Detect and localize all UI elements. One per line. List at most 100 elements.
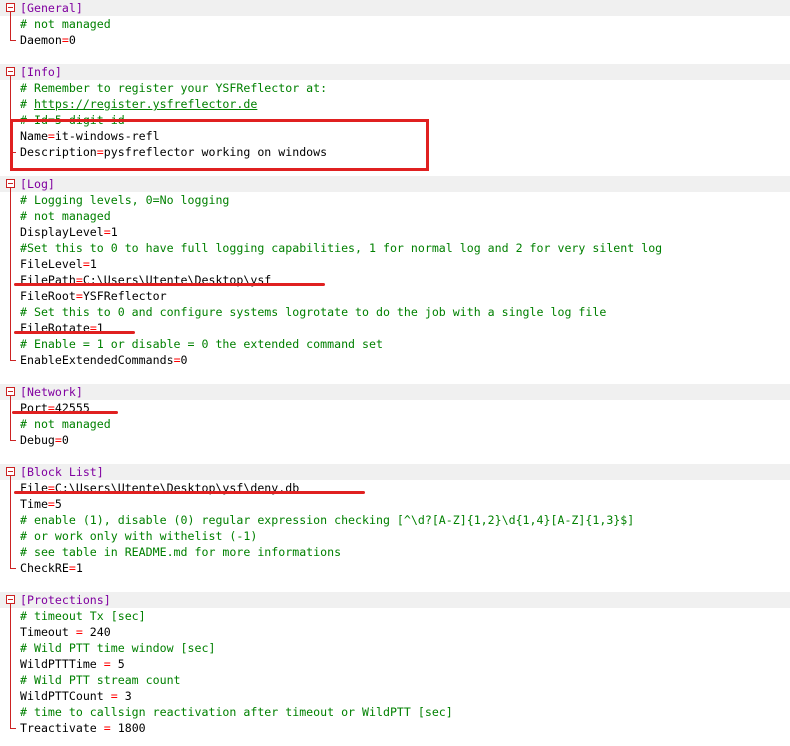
section-header-line[interactable]: [Network] [0,384,790,400]
section-header-line[interactable]: [Info] [0,64,790,80]
underline-filerotate [14,331,135,334]
code-line[interactable]: # timeout Tx [sec] [0,608,790,624]
collapse-section-icon[interactable] [6,67,15,76]
collapse-section-icon[interactable] [6,179,15,188]
code-line[interactable]: WildPTTCount = 3 [0,688,790,704]
underline-blocklist-file [14,491,365,494]
setting-value: 240 [82,625,111,639]
section-name: [Protections] [20,593,111,607]
blank-line[interactable] [0,368,790,384]
code-line[interactable]: Timeout = 240 [0,624,790,640]
fold-guide-line [10,604,11,728]
code-line[interactable]: # enable (1), disable (0) regular expres… [0,512,790,528]
code-line[interactable]: FileRoot=YSFReflector [0,288,790,304]
code-line[interactable]: FileLevel=1 [0,256,790,272]
setting-value: YSFReflector [82,289,167,303]
code-line[interactable]: Port=42555 [0,400,790,416]
fold-guide-line [10,12,11,40]
code-line[interactable]: WildPTTTime = 5 [0,656,790,672]
section-name: [Log] [20,177,55,191]
blank-line[interactable] [0,48,790,64]
setting-value: 0 [68,33,76,47]
code-line[interactable]: Debug=0 [0,432,790,448]
setting-value: 0 [61,433,69,447]
equals-sign: = [68,561,76,575]
underline-filepath [14,283,325,286]
code-line[interactable]: # https://register.ysfreflector.de [0,96,790,112]
comment-text: # Logging levels, 0=No logging [20,193,230,207]
code-line[interactable]: CheckRE=1 [0,560,790,576]
code-line[interactable]: # Wild PTT stream count [0,672,790,688]
code-line[interactable]: Time=5 [0,496,790,512]
fold-end-tick [10,440,16,441]
comment-text: # time to callsign reactivation after ti… [20,705,453,719]
comment-text: # Wild PTT time window [sec] [20,641,216,655]
code-line[interactable]: # Remember to register your YSFReflector… [0,80,790,96]
highlight-box-name-description [10,119,429,171]
blank-line[interactable] [0,448,790,464]
section-header-line[interactable]: [General] [0,0,790,16]
code-line[interactable]: # see table in README.md for more inform… [0,544,790,560]
code-line[interactable]: # not managed [0,416,790,432]
collapse-section-icon[interactable] [6,3,15,12]
equals-sign: = [103,225,111,239]
section-header-line[interactable]: [Protections] [0,592,790,608]
key-value-pair: WildPTTTime = 5 [20,656,125,672]
equals-sign: = [75,625,83,639]
collapse-section-icon[interactable] [6,595,15,604]
key-value-pair: FileRoot=YSFReflector [20,288,167,304]
fold-end-tick [10,40,16,41]
code-line[interactable]: # time to callsign reactivation after ti… [0,704,790,720]
comment-text: # Set this to 0 and configure systems lo… [20,305,607,319]
collapse-section-icon[interactable] [6,387,15,396]
code-line[interactable]: #Set this to 0 to have full logging capa… [0,240,790,256]
comment-text: # not managed [20,209,111,223]
setting-key: CheckRE [20,561,69,575]
setting-value: 1 [110,225,118,239]
comment-text: # enable (1), disable (0) regular expres… [20,513,635,527]
setting-key: DisplayLevel [20,225,104,239]
section-header-line[interactable]: [Block List] [0,464,790,480]
equals-sign: = [82,257,90,271]
fold-end-tick [10,568,16,569]
setting-key: WildPTTTime [20,657,104,671]
fold-end-tick [10,728,16,729]
code-line[interactable]: # Logging levels, 0=No logging [0,192,790,208]
setting-key: Time [20,497,48,511]
comment-text: # not managed [20,417,111,431]
code-line[interactable]: # Enable = 1 or disable = 0 the extended… [0,336,790,352]
section-name: [Info] [20,65,62,79]
code-line[interactable]: DisplayLevel=1 [0,224,790,240]
code-line[interactable]: Treactivate = 1800 [0,720,790,736]
code-line[interactable]: # not managed [0,208,790,224]
setting-key: FileLevel [20,257,83,271]
setting-key: FileRoot [20,289,76,303]
setting-key: Daemon [20,33,62,47]
key-value-pair: CheckRE=1 [20,560,83,576]
comment-text: # not managed [20,17,111,31]
blank-line[interactable] [0,576,790,592]
code-line[interactable]: # Set this to 0 and configure systems lo… [0,304,790,320]
underline-port [12,411,118,414]
setting-value: 1 [75,561,83,575]
comment-text: # Wild PTT stream count [20,673,181,687]
section-header-line[interactable]: [Log] [0,176,790,192]
equals-sign: = [173,353,181,367]
code-line[interactable]: Daemon=0 [0,32,790,48]
code-line[interactable]: # not managed [0,16,790,32]
code-line[interactable]: EnableExtendedCommands=0 [0,352,790,368]
section-name: [Network] [20,385,83,399]
code-line[interactable]: # or work only with withelist (-1) [0,528,790,544]
comment-text: # Enable = 1 or disable = 0 the extended… [20,337,383,351]
key-value-pair: WildPTTCount = 3 [20,688,132,704]
ini-editor[interactable]: [General] # not managed Daemon=0 [Info] # Re… [0,0,790,746]
collapse-section-icon[interactable] [6,467,15,476]
register-url-link[interactable]: https://register.ysfreflector.de [34,97,257,111]
setting-key: WildPTTCount [20,689,111,703]
section-name: [Block List] [20,465,104,479]
code-line[interactable]: # Wild PTT time window [sec] [0,640,790,656]
key-value-pair: Treactivate = 1800 [20,720,146,736]
equals-sign: = [75,289,83,303]
setting-value: 5 [110,657,125,671]
comment-prefix: # [20,97,34,111]
